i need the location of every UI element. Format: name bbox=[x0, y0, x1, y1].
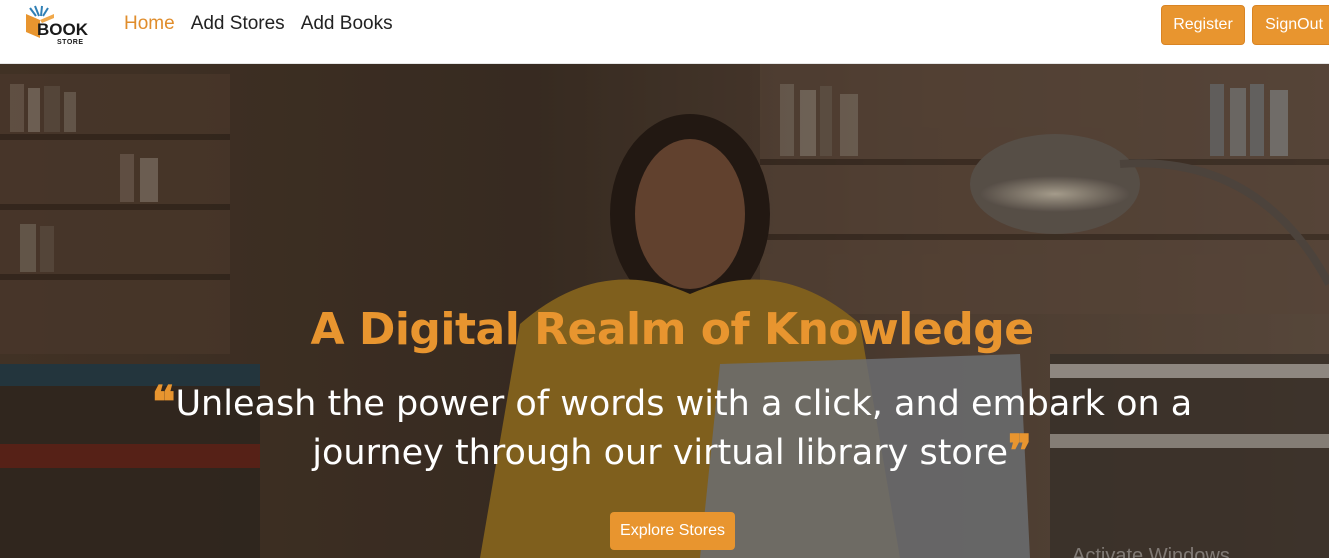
hero-title: A Digital Realm of Knowledge bbox=[310, 304, 1034, 355]
nav-links: Home Add Stores Add Books bbox=[124, 13, 393, 35]
signout-button[interactable]: SignOut bbox=[1252, 5, 1329, 45]
hero-quote-text: Unleash the power of words with a click,… bbox=[175, 384, 1193, 473]
hero-quote: ❝Unleash the power of words with a click… bbox=[140, 379, 1204, 477]
explore-stores-button[interactable]: Explore Stores bbox=[610, 512, 735, 550]
nav-add-stores-link[interactable]: Add Stores bbox=[191, 13, 285, 35]
register-button[interactable]: Register bbox=[1161, 5, 1245, 45]
activate-windows-watermark: Activate Windows bbox=[1072, 545, 1230, 558]
navbar: BOOK STORE Home Add Stores Add Books Reg… bbox=[0, 0, 1329, 64]
close-quote-icon: ❞ bbox=[1008, 426, 1032, 477]
nav-add-books-link[interactable]: Add Books bbox=[301, 13, 393, 35]
brand-logo[interactable]: BOOK STORE bbox=[22, 4, 94, 48]
open-quote-icon: ❝ bbox=[151, 377, 176, 428]
logo-book-text: BOOK bbox=[37, 20, 88, 39]
hero-section: A Digital Realm of Knowledge ❝Unleash th… bbox=[0, 64, 1329, 558]
logo-store-text: STORE bbox=[57, 39, 84, 46]
nav-home-link[interactable]: Home bbox=[124, 13, 175, 35]
